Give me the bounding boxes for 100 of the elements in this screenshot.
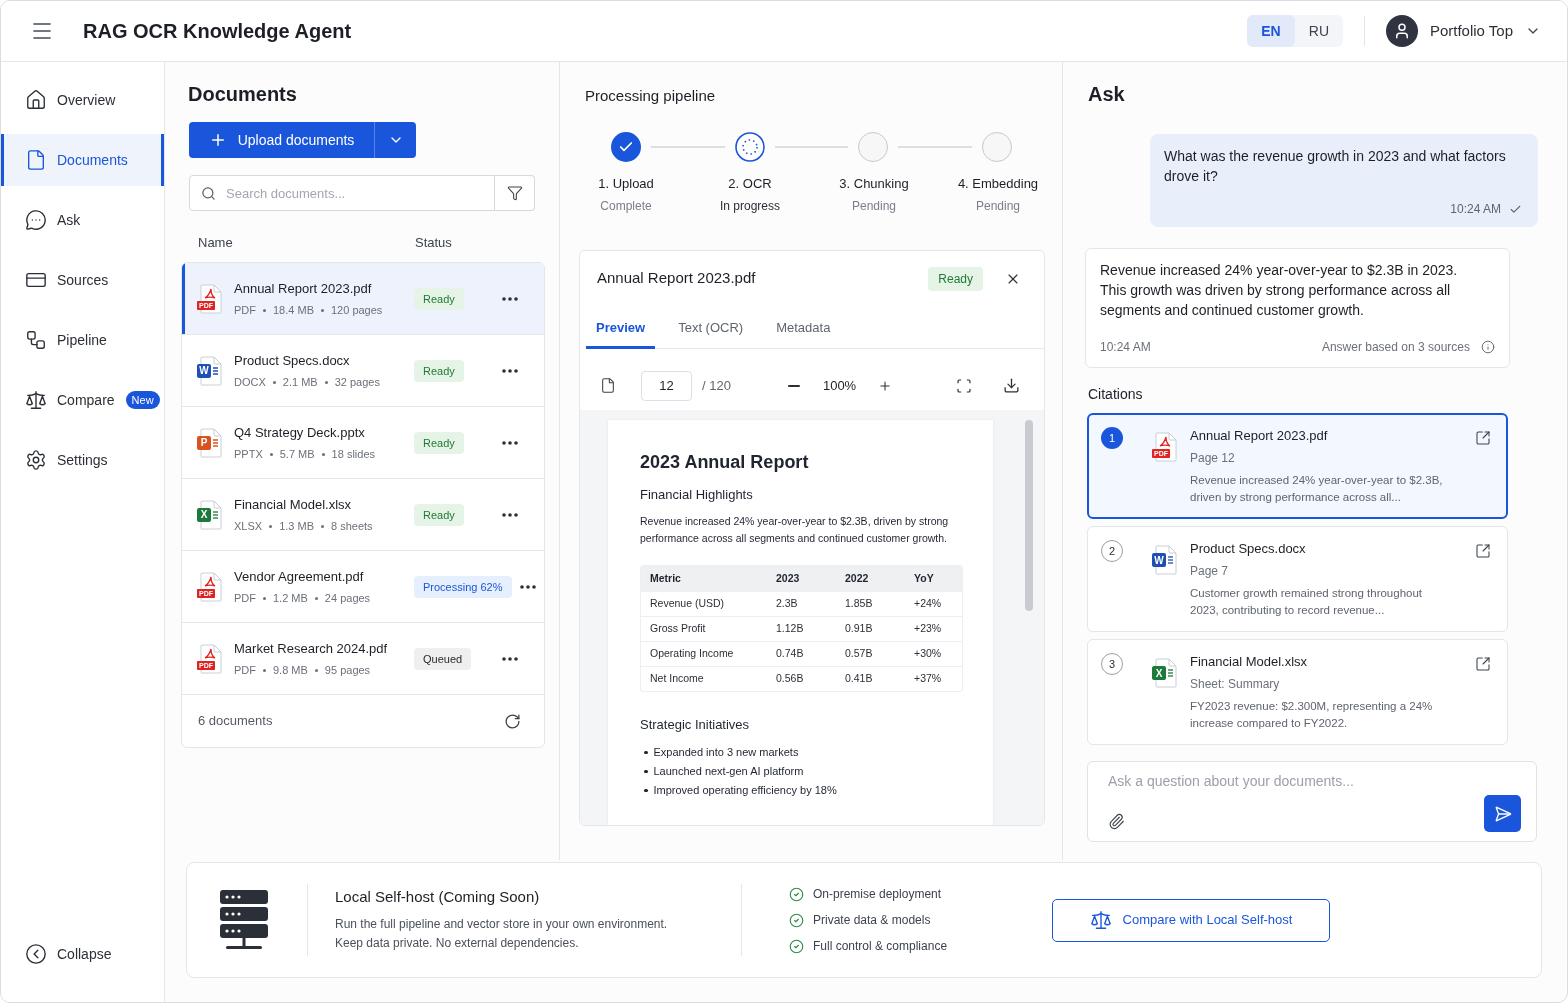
- search-input[interactable]: Search documents...: [226, 176, 494, 210]
- open-source-button[interactable]: [1475, 656, 1491, 672]
- preview-file-name: Annual Report 2023.pdf: [597, 268, 756, 289]
- file-type: PPTX: [234, 447, 263, 461]
- search-icon: [201, 185, 216, 201]
- more-icon: [502, 368, 518, 373]
- more-icon: [502, 296, 518, 301]
- preview-tab[interactable]: Preview: [586, 306, 656, 349]
- language-toggle[interactable]: RU: [1294, 15, 1343, 47]
- scale-icon: [25, 389, 47, 411]
- upload-button[interactable]: Upload documents: [189, 122, 374, 158]
- attach-button[interactable]: [1108, 813, 1125, 830]
- file-type: PDF: [234, 663, 256, 677]
- dot-separator-icon: [269, 524, 273, 528]
- bullet-icon: [644, 769, 648, 774]
- file-size: 9.8 MB: [273, 663, 308, 677]
- step-label: 4. Embedding: [957, 175, 1039, 193]
- page-view-button[interactable]: [600, 377, 616, 394]
- fullscreen-button[interactable]: [956, 377, 972, 394]
- more-icon: [519, 584, 536, 589]
- document-row[interactable]: W Product Specs.docx DOCX 2.1 MB 32 pages Ready: [182, 335, 544, 407]
- zoom-in-button[interactable]: [878, 378, 893, 393]
- file-extent: 120 pages: [330, 303, 383, 317]
- user-menu[interactable]: Portfolio Top: [1385, 15, 1541, 47]
- table-cell-text: Operating Income: [650, 646, 735, 662]
- document-paragraph: Revenue increased 24% year-over-year to $2.3B, driven by strong performance across all segments and continued customer growth.: [640, 514, 950, 546]
- file-name: Vendor Agreement.pdf: [234, 568, 365, 585]
- citation-card[interactable]: 3 X Financial Model.xlsx Sheet: Summary FY2023 revenue: $2.300M, representing a 24% increase compared to FY2022.: [1087, 639, 1508, 745]
- refresh-button[interactable]: [504, 712, 521, 730]
- preview-tab[interactable]: Text (OCR): [668, 306, 754, 349]
- dot-separator-icon: [272, 380, 276, 384]
- chevron-circle-icon: [25, 943, 47, 965]
- citation-snippet: FY2023 revenue: $2.300M, representing a 24% increase compared to FY2022.: [1190, 699, 1434, 731]
- nav-item[interactable]: Pipeline: [1, 314, 164, 366]
- filter-button[interactable]: [495, 175, 535, 211]
- table-cell-text: 2.3B: [776, 596, 799, 612]
- step-status: Pending: [851, 198, 896, 214]
- table-cell-text: 1.12B: [776, 621, 805, 637]
- step-status: Pending: [975, 198, 1020, 214]
- preview-tab[interactable]: Metadata: [766, 306, 841, 349]
- dot-separator-icon: [324, 380, 328, 384]
- scrollbar-thumb[interactable]: [1025, 420, 1033, 611]
- server-icon: [220, 890, 268, 950]
- file-extent: 24 pages: [324, 591, 371, 605]
- table-cell-text: 1.85B: [845, 596, 874, 612]
- dot-separator-icon: [269, 452, 273, 456]
- avatar-icon: [1385, 15, 1418, 47]
- page-input[interactable]: 12: [641, 370, 692, 401]
- column-header: Status: [415, 235, 452, 251]
- send-button[interactable]: [1484, 795, 1521, 832]
- step-status: In progress: [720, 198, 780, 214]
- file-extent: 18 slides: [331, 447, 375, 461]
- table-cell-text: Net Income: [650, 671, 705, 687]
- document-row[interactable]: X Financial Model.xlsx XLSX 1.3 MB 8 sheets Ready: [182, 479, 544, 551]
- download-icon: [1003, 377, 1020, 394]
- citation-location: Sheet: Summary: [1190, 676, 1281, 692]
- dot-separator-icon: [314, 668, 318, 672]
- home-icon: [25, 89, 47, 111]
- citation-title: Annual Report 2023.pdf: [1190, 427, 1329, 445]
- question-input[interactable]: Ask a question about your documents...: [1108, 771, 1521, 791]
- table-cell-text: +23%: [914, 621, 943, 637]
- citations-title: Citations: [1088, 385, 1144, 403]
- open-source-button[interactable]: [1475, 430, 1491, 446]
- table-cell-text: 0.57B: [845, 646, 874, 662]
- search-field[interactable]: Search documents...: [189, 175, 495, 211]
- table-cell-text: +37%: [914, 671, 943, 687]
- settings-icon: [25, 449, 47, 471]
- dot-separator-icon: [314, 596, 318, 600]
- answer-text: Revenue increased 24% year-over-year to $2.3B in 2023. This growth was driven by strong performance across all segments and continued customer growth.: [1100, 261, 1459, 320]
- nav-item[interactable]: Ask: [1, 194, 164, 246]
- document-title: 2023 Annual Report: [640, 451, 810, 474]
- document-heading: Strategic Initiatives: [640, 716, 751, 734]
- language-toggle[interactable]: EN: [1246, 15, 1295, 47]
- plus-icon: [878, 378, 893, 393]
- compare-button[interactable]: Compare with Local Self-host: [1052, 898, 1330, 942]
- nav-item[interactable]: Compare New: [1, 374, 164, 426]
- banner-title: Local Self-host (Coming Soon): [335, 887, 541, 907]
- more-icon: [502, 656, 518, 661]
- nav-item[interactable]: Documents: [1, 134, 164, 186]
- file-size: 18.4 MB: [273, 303, 314, 317]
- collapse-button[interactable]: Collapse: [1, 928, 164, 980]
- download-button[interactable]: [1003, 377, 1020, 394]
- refresh-icon: [504, 712, 521, 730]
- minus-icon: [787, 384, 800, 387]
- document-file-icon: W: [197, 355, 223, 386]
- table-cell-text: 0.91B: [845, 621, 874, 637]
- dot-separator-icon: [263, 596, 266, 600]
- check-circle-icon: [789, 912, 804, 928]
- nav-item[interactable]: Sources: [1, 254, 164, 306]
- nav-item[interactable]: Overview: [1, 74, 164, 126]
- step-status: Complete: [600, 198, 652, 214]
- open-source-button[interactable]: [1475, 543, 1491, 559]
- feature-text: Private data & models: [813, 912, 931, 929]
- step-label: 1. Upload: [598, 175, 654, 193]
- citation-card[interactable]: 2 W Product Specs.docx Page 7 Customer growth remained strong throughout 2023, contributing to record revenue...: [1087, 526, 1508, 632]
- chat-bubble-icon: [25, 209, 47, 231]
- document-row[interactable]: P Q4 Strategy Deck.pptx PPTX 5.7 MB 18 slides Ready: [182, 407, 544, 479]
- file-name: Market Research 2024.pdf: [234, 640, 389, 657]
- nav-item[interactable]: Settings: [1, 434, 164, 486]
- section-title: Ask: [1088, 82, 1126, 106]
